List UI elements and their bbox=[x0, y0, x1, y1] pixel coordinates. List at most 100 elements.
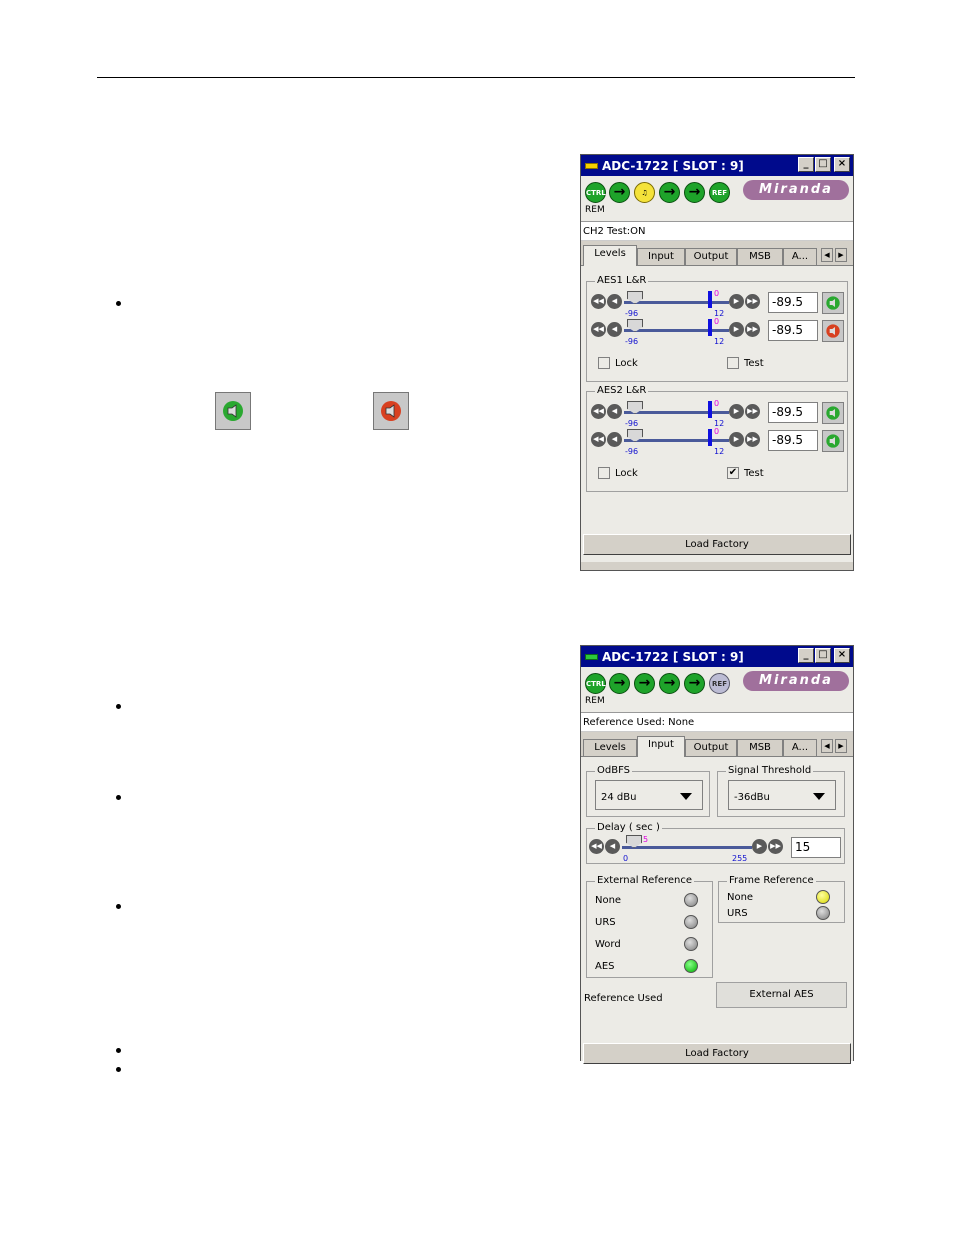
tab-scroll-left-icon[interactable]: ◀ bbox=[821, 248, 833, 262]
tab-levels[interactable]: Levels bbox=[583, 739, 637, 756]
min-tick: -96 bbox=[625, 309, 639, 318]
speaker-test-icon[interactable] bbox=[822, 320, 844, 342]
tab-input[interactable]: Input bbox=[637, 248, 685, 265]
speaker-test-icon bbox=[373, 392, 409, 430]
back-icon[interactable]: ◀ bbox=[607, 404, 622, 419]
lock-label: Lock bbox=[615, 357, 638, 369]
slider-track[interactable] bbox=[624, 411, 729, 414]
forward-icon[interactable]: ▶ bbox=[752, 839, 767, 854]
tab-scroll-right-icon[interactable]: ▶ bbox=[835, 248, 847, 262]
fast-back-icon[interactable]: ◀◀ bbox=[591, 432, 606, 447]
slider-track[interactable] bbox=[624, 329, 729, 332]
level-value-field[interactable]: -89.5 bbox=[768, 292, 818, 313]
load-factory-button[interactable]: Load Factory bbox=[583, 1043, 851, 1064]
slider-track[interactable] bbox=[624, 439, 729, 442]
fast-back-icon[interactable]: ◀◀ bbox=[591, 294, 606, 309]
frame-reference-group: Frame Reference None URS bbox=[718, 875, 845, 923]
speaker-normal-icon[interactable] bbox=[822, 292, 844, 314]
min-tick: -96 bbox=[625, 419, 639, 428]
fast-back-icon[interactable]: ◀◀ bbox=[589, 839, 604, 854]
fast-back-icon[interactable]: ◀◀ bbox=[591, 322, 606, 337]
tab-output[interactable]: Output bbox=[685, 739, 737, 756]
forward-icon[interactable]: ▶ bbox=[729, 432, 744, 447]
tab-bar: Levels Input Output MSB A... ◀ ▶ bbox=[581, 736, 853, 757]
slider-track[interactable] bbox=[624, 301, 729, 304]
reference-used-value: External AES bbox=[716, 982, 847, 1008]
back-icon[interactable]: ◀ bbox=[607, 294, 622, 309]
odbfs-select[interactable]: 24 dBu bbox=[595, 780, 703, 810]
fast-forward-icon[interactable]: ▶▶ bbox=[745, 404, 760, 419]
level-value-field[interactable]: -89.5 bbox=[768, 430, 818, 451]
back-icon[interactable]: ◀ bbox=[605, 839, 620, 854]
speaker-normal-icon[interactable] bbox=[822, 430, 844, 452]
checkbox-box[interactable] bbox=[598, 467, 610, 479]
maximize-button[interactable]: □ bbox=[815, 648, 831, 663]
signal-threshold-select[interactable]: -36dBu bbox=[728, 780, 836, 810]
title-bar[interactable]: ADC-1722 [ SLOT : 9] _ □ × bbox=[581, 646, 853, 667]
fast-forward-icon[interactable]: ▶▶ bbox=[745, 432, 760, 447]
tab-scroll-right-icon[interactable]: ▶ bbox=[835, 739, 847, 753]
tab-scroll-left-icon[interactable]: ◀ bbox=[821, 739, 833, 753]
tab-levels[interactable]: Levels bbox=[583, 245, 637, 266]
signal-arrow-icon[interactable] bbox=[659, 673, 680, 694]
window-title: ADC-1722 [ SLOT : 9] bbox=[602, 649, 744, 664]
maximize-button[interactable]: □ bbox=[815, 157, 831, 172]
delay-slider[interactable]: ◀◀ ◀ 0 255 5 ▶ ▶▶ bbox=[589, 835, 789, 863]
checkbox-box[interactable]: ✔ bbox=[727, 467, 739, 479]
speaker-icon[interactable]: ♫ bbox=[634, 182, 655, 203]
signal-arrow-icon[interactable] bbox=[684, 182, 705, 203]
lock-checkbox[interactable]: Lock bbox=[598, 357, 638, 369]
tab-more[interactable]: A... bbox=[783, 739, 817, 756]
status-text: CH2 Test:ON bbox=[581, 222, 853, 241]
peak-marker bbox=[708, 429, 712, 446]
title-bar[interactable]: ADC-1722 [ SLOT : 9] _ □ × bbox=[581, 155, 853, 176]
input-panel: OdBFS 24 dBu Signal Threshold -36dBu Del… bbox=[581, 756, 853, 1064]
ctrl-icon[interactable]: CTRL bbox=[585, 673, 606, 694]
level-value-field[interactable]: -89.5 bbox=[768, 402, 818, 423]
ref-icon[interactable]: REF bbox=[709, 673, 730, 694]
peak-tick: 0 bbox=[714, 317, 720, 326]
ext-ref-word-label: Word bbox=[595, 939, 621, 950]
levels-window: ADC-1722 [ SLOT : 9] _ □ × CTRL ♫ REF Mi… bbox=[580, 154, 854, 571]
test-checkbox[interactable]: ✔ Test bbox=[727, 467, 764, 479]
minimize-button[interactable]: _ bbox=[798, 157, 814, 172]
signal-arrow-icon[interactable] bbox=[609, 673, 630, 694]
fast-forward-icon[interactable]: ▶▶ bbox=[745, 322, 760, 337]
lock-checkbox[interactable]: Lock bbox=[598, 467, 638, 479]
bullet bbox=[116, 704, 121, 709]
tab-input[interactable]: Input bbox=[637, 736, 685, 757]
back-icon[interactable]: ◀ bbox=[607, 432, 622, 447]
signal-arrow-icon[interactable] bbox=[609, 182, 630, 203]
forward-icon[interactable]: ▶ bbox=[729, 322, 744, 337]
test-checkbox[interactable]: Test bbox=[727, 357, 764, 369]
tab-msb[interactable]: MSB bbox=[737, 248, 783, 265]
ref-icon[interactable]: REF bbox=[709, 182, 730, 203]
rem-label: REM bbox=[585, 205, 605, 215]
lock-label: Lock bbox=[615, 467, 638, 479]
tab-output[interactable]: Output bbox=[685, 248, 737, 265]
slider-track[interactable] bbox=[622, 846, 752, 849]
delay-value-field[interactable]: 15 bbox=[791, 837, 841, 858]
forward-icon[interactable]: ▶ bbox=[729, 294, 744, 309]
speaker-normal-icon[interactable] bbox=[822, 402, 844, 424]
minimize-button[interactable]: _ bbox=[798, 648, 814, 663]
checkbox-box[interactable] bbox=[598, 357, 610, 369]
peak-tick: 0 bbox=[714, 289, 720, 298]
signal-arrow-icon[interactable] bbox=[684, 673, 705, 694]
signal-arrow-icon[interactable] bbox=[659, 182, 680, 203]
signal-arrow-icon[interactable] bbox=[634, 673, 655, 694]
forward-icon[interactable]: ▶ bbox=[729, 404, 744, 419]
level-value-field[interactable]: -89.5 bbox=[768, 320, 818, 341]
close-button[interactable]: × bbox=[834, 648, 850, 663]
back-icon[interactable]: ◀ bbox=[607, 322, 622, 337]
checkbox-box[interactable] bbox=[727, 357, 739, 369]
load-factory-button[interactable]: Load Factory bbox=[583, 534, 851, 555]
close-button[interactable]: × bbox=[834, 157, 850, 172]
fast-forward-icon[interactable]: ▶▶ bbox=[768, 839, 783, 854]
tab-msb[interactable]: MSB bbox=[737, 739, 783, 756]
fast-back-icon[interactable]: ◀◀ bbox=[591, 404, 606, 419]
device-icon bbox=[585, 653, 598, 660]
fast-forward-icon[interactable]: ▶▶ bbox=[745, 294, 760, 309]
tab-more[interactable]: A... bbox=[783, 248, 817, 265]
ctrl-icon[interactable]: CTRL bbox=[585, 182, 606, 203]
